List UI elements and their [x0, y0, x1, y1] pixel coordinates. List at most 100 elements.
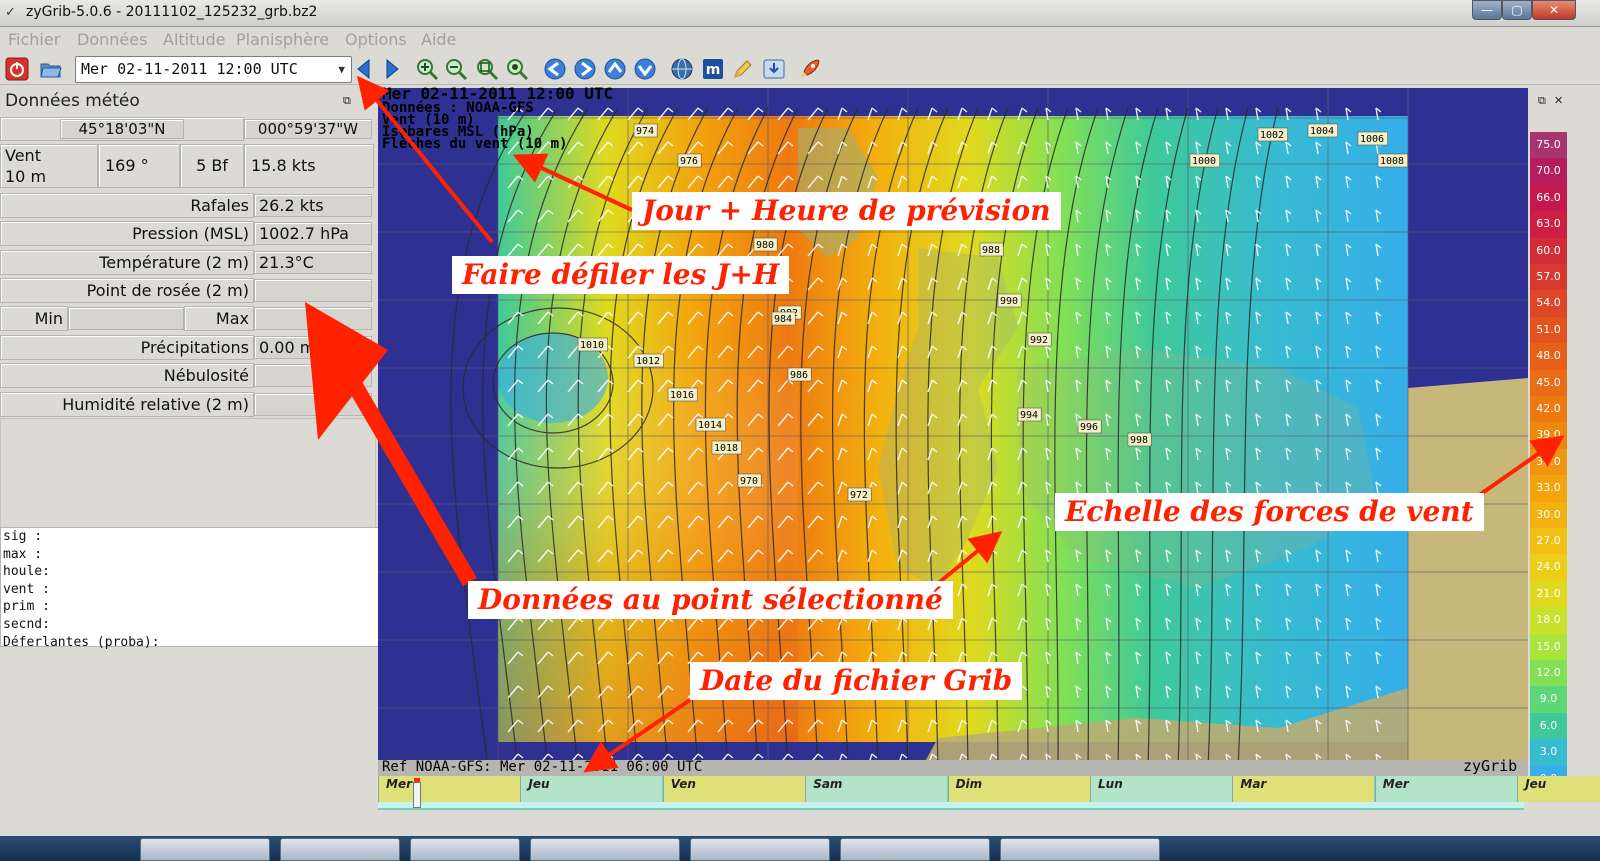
timeline-day-label: Jeu	[1525, 777, 1547, 791]
scale-step: 57.0	[1530, 264, 1567, 291]
zoom-out-icon[interactable]	[444, 57, 468, 81]
isobar-label: 1000	[1192, 156, 1216, 167]
scale-step: 54.0	[1530, 290, 1567, 317]
close-button[interactable]: ✕	[1532, 0, 1576, 20]
power-icon[interactable]	[5, 57, 29, 81]
timeline-day-label: Sam	[813, 777, 843, 791]
wave-line: houle:	[3, 564, 50, 580]
download-icon[interactable]	[762, 57, 786, 81]
callout-forecast: Jour + Heure de prévision	[632, 192, 1061, 230]
menu-altitude[interactable]: Altitude	[163, 30, 226, 49]
pan-right-icon[interactable]	[573, 57, 597, 81]
scale-step: 12.0	[1530, 660, 1567, 687]
scale-step: 27.0	[1530, 528, 1567, 555]
scale-step: 24.0	[1530, 554, 1567, 581]
wave-line: prim :	[3, 599, 50, 615]
scale-step: 51.0	[1530, 316, 1567, 344]
min-value	[68, 307, 184, 330]
map-info-arrows: Flèches du vent (10 m)	[382, 136, 568, 152]
meteotable-icon[interactable]: m	[701, 57, 725, 81]
isobar-label: 984	[774, 314, 792, 325]
isobar-label: 976	[680, 156, 698, 167]
svg-text:m: m	[706, 62, 721, 78]
zoom-in-icon[interactable]	[415, 57, 439, 81]
taskbar-item[interactable]	[690, 838, 830, 861]
zoom-area-icon[interactable]	[475, 57, 499, 81]
latitude-value: 45°18'03"N	[60, 119, 184, 139]
app-icon: ✓	[5, 5, 16, 20]
callout-point-data: Données au point sélectionné	[468, 581, 953, 619]
taskbar-item[interactable]	[410, 838, 520, 861]
isobar-label: 992	[1030, 335, 1048, 346]
pan-down-icon[interactable]	[633, 57, 657, 81]
wind-direction-value: 169 °	[98, 144, 180, 188]
close-scale-icon[interactable]: ✕	[1554, 94, 1563, 107]
data-row-label: Température (2 m)	[0, 250, 254, 275]
timeline-day-label: Lun	[1098, 777, 1123, 791]
callout-grib-date: Date du fichier Grib	[690, 662, 1023, 700]
isobar-label: 1006	[1360, 134, 1384, 145]
scale-step: 6.0	[1530, 712, 1567, 740]
wind-label-line1: Vent	[5, 146, 41, 165]
taskbar-item[interactable]	[140, 838, 270, 861]
scale-step: 36.0	[1530, 448, 1567, 476]
isobar-label: 1014	[698, 420, 722, 431]
pan-left-icon[interactable]	[543, 57, 567, 81]
globe-icon[interactable]	[670, 57, 694, 81]
taskbar-item[interactable]	[530, 838, 680, 861]
slider-track[interactable]	[378, 802, 1524, 808]
longitude-value: 000°59'37"W	[244, 119, 372, 139]
callout-scroll: Faire défiler les J+H	[452, 256, 790, 294]
zoom-all-icon[interactable]	[505, 57, 529, 81]
isobar-label: 974	[636, 126, 654, 137]
menu-fichier[interactable]: Fichier	[8, 30, 60, 49]
timeline-day-label: Dim	[955, 777, 983, 791]
scale-step: 48.0	[1530, 343, 1567, 370]
map-info-date: Mer 02-11-2011 12:00 UTC	[382, 84, 614, 103]
previous-step-icon[interactable]	[352, 57, 376, 81]
menu-aide[interactable]: Aide	[421, 30, 456, 49]
pan-up-icon[interactable]	[603, 57, 627, 81]
isobar-label: 996	[1080, 422, 1098, 433]
open-folder-icon[interactable]	[39, 57, 63, 81]
slider-handle[interactable]	[413, 782, 421, 808]
isobar-label: 1010	[580, 340, 604, 351]
taskbar-item[interactable]	[840, 838, 990, 861]
isobar-label: 1008	[1380, 156, 1404, 167]
timeline-day-label: Mar	[1240, 777, 1267, 791]
wave-line: vent :	[3, 581, 50, 597]
panel-empty-area	[0, 418, 376, 528]
maximize-button[interactable]: ▢	[1502, 0, 1532, 20]
minimize-button[interactable]: —	[1472, 0, 1502, 20]
taskbar-item[interactable]	[280, 838, 400, 861]
wind-label: Vent 10 m	[0, 144, 98, 188]
scale-step: 3.0	[1530, 739, 1567, 766]
wind-speed-value: 15.8 kts	[244, 144, 374, 188]
pencil-icon[interactable]	[731, 57, 755, 81]
scale-step: 60.0	[1530, 237, 1567, 264]
float-panel-icon[interactable]: ⧉	[343, 94, 351, 108]
next-step-icon[interactable]	[380, 57, 404, 81]
close-panel-icon[interactable]: ✕	[361, 94, 370, 107]
scale-step: 42.0	[1530, 396, 1567, 423]
data-row-value: 1002.7 hPa	[254, 222, 372, 245]
window-title: zyGrib-5.0.6 - 20111102_125232_grb.bz2	[26, 4, 318, 20]
menu-options[interactable]: Options	[345, 30, 407, 49]
taskbar-item[interactable]	[1000, 838, 1160, 861]
toolbar: Mer 02-11-2011 12:00 UTC ▼ m	[0, 52, 1600, 85]
data-row-value: 26.2 kts	[254, 194, 372, 217]
rocket-icon[interactable]	[798, 57, 822, 81]
wave-line: sig :	[3, 529, 43, 544]
wind-label-line2: 10 m	[5, 167, 47, 186]
float-scale-icon[interactable]: ⧉	[1538, 94, 1546, 108]
scale-step: 39.0	[1530, 422, 1567, 449]
menu-planisphere[interactable]: Planisphère	[236, 30, 329, 49]
forecast-date-select[interactable]: Mer 02-11-2011 12:00 UTC ▼	[75, 56, 352, 83]
isobar-label: 970	[740, 476, 758, 487]
timeline-day-label: Mer	[386, 777, 412, 791]
data-row-value	[254, 364, 372, 387]
scale-step: 15.0	[1530, 633, 1567, 660]
isobar-label: 986	[790, 370, 808, 381]
menu-donnees[interactable]: Données	[77, 30, 147, 49]
isobar-label: 972	[850, 490, 868, 501]
